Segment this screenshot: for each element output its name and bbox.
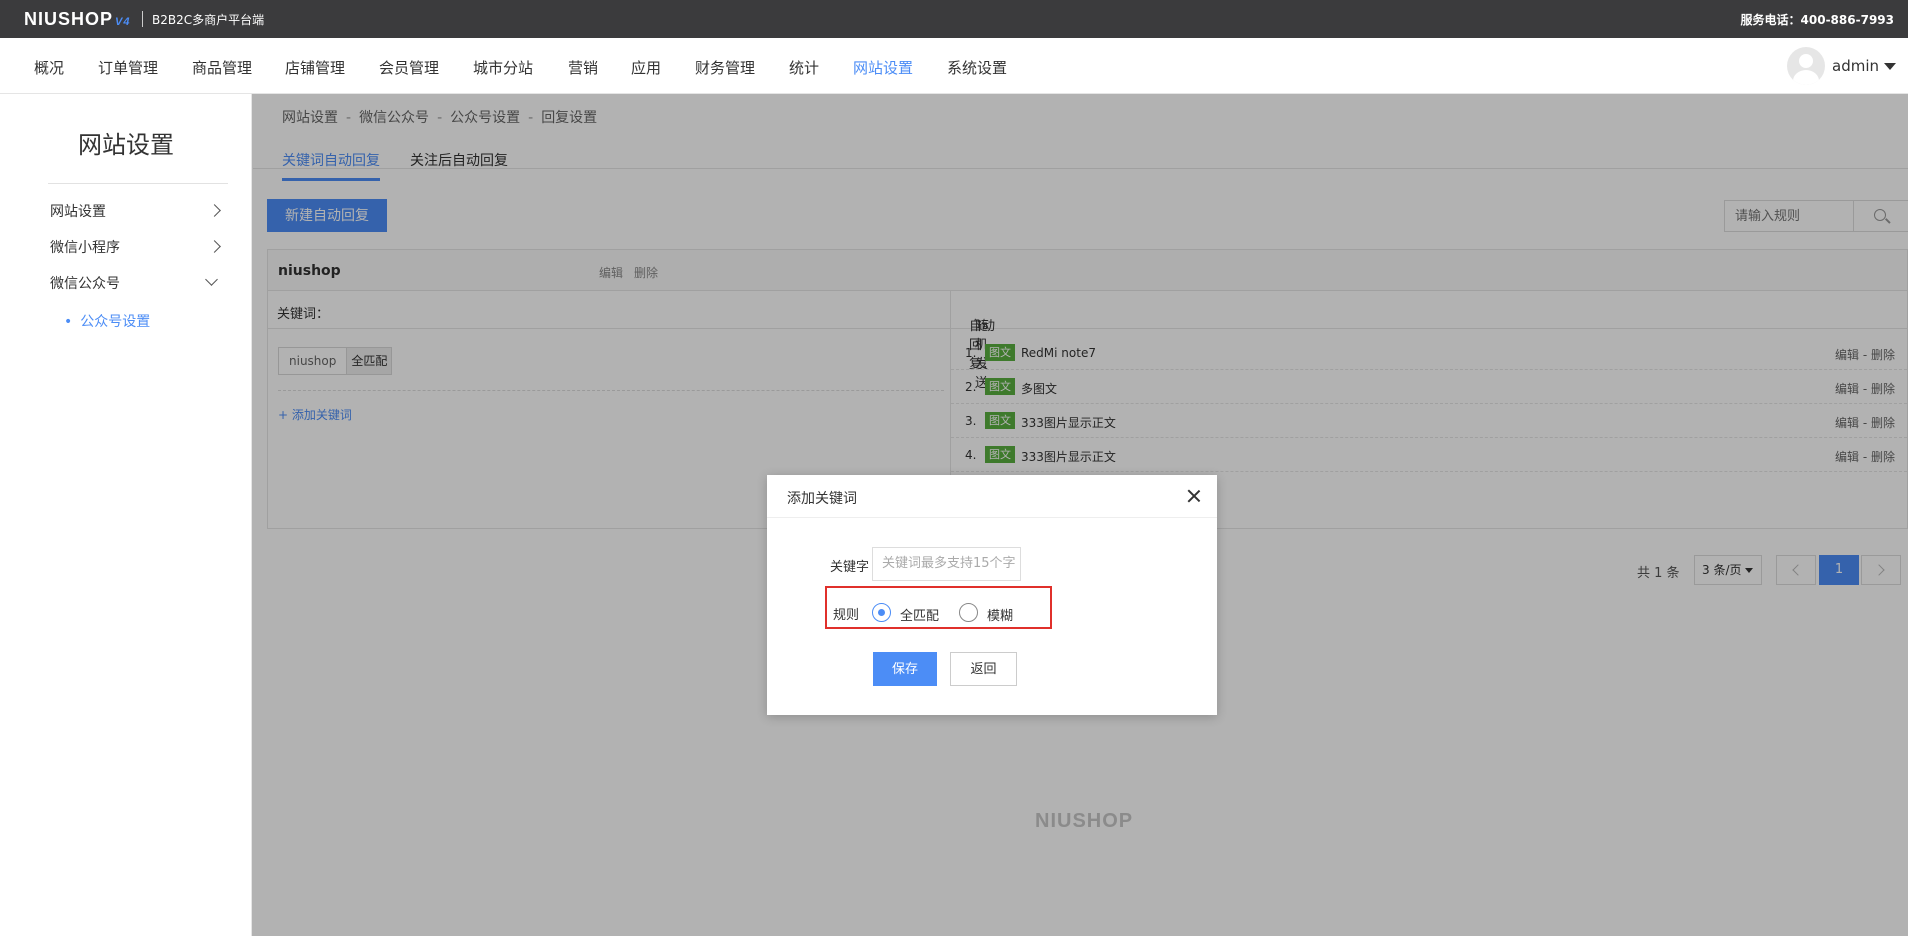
sidebar-item-site-settings[interactable]: 网站设置	[50, 201, 106, 221]
sidebar-item-mini-program[interactable]: 微信小程序	[50, 237, 120, 257]
username: admin	[1832, 57, 1879, 75]
radio-exact-match[interactable]	[872, 603, 891, 622]
niushop-logo[interactable]: NIUSHOP V4	[24, 9, 130, 30]
sidebar-item-official-account[interactable]: 微信公众号	[50, 273, 120, 293]
nav-city-station[interactable]: 城市分站	[473, 57, 533, 78]
avatar	[1787, 47, 1825, 85]
nav-shops[interactable]: 店铺管理	[285, 57, 345, 78]
rule-label: 规则	[833, 608, 860, 623]
radio-fuzzy-match[interactable]	[959, 603, 978, 622]
nav-members[interactable]: 会员管理	[379, 57, 439, 78]
add-keyword-dialog: 添加关键词 关键字 关键词最多支持15个字 规则 全匹配 模糊 保存 返回	[767, 475, 1217, 715]
caret-down-icon	[1884, 62, 1896, 70]
service-phone: 服务电话：400-886-7993	[1740, 13, 1894, 27]
nav-stats[interactable]: 统计	[789, 57, 819, 78]
nav-goods[interactable]: 商品管理	[192, 57, 252, 78]
user-menu[interactable]: admin	[1787, 47, 1896, 85]
platform-label: B2B2C多商户平台端	[152, 13, 265, 27]
chevron-right-icon	[208, 204, 221, 217]
dialog-header: 添加关键词	[767, 475, 1217, 518]
sidebar-subitem-account-settings[interactable]: 公众号设置	[64, 311, 150, 331]
save-button[interactable]: 保存	[873, 652, 937, 686]
close-icon[interactable]	[1187, 489, 1201, 503]
main-nav: 概况 订单管理 商品管理 店铺管理 会员管理 城市分站 营销 应用 财务管理 统…	[0, 38, 1908, 94]
nav-site-settings[interactable]: 网站设置	[853, 57, 913, 78]
keyword-input[interactable]: 关键词最多支持15个字	[872, 547, 1021, 581]
radio-exact-match-label[interactable]: 全匹配	[900, 605, 939, 624]
nav-apps[interactable]: 应用	[631, 57, 661, 78]
chevron-down-icon	[205, 273, 218, 286]
nav-overview[interactable]: 概况	[34, 57, 64, 78]
logo-divider	[142, 11, 143, 27]
nav-finance[interactable]: 财务管理	[695, 57, 755, 78]
sidebar: 网站设置 网站设置 微信小程序 微信公众号 公众号设置	[0, 94, 252, 936]
back-button[interactable]: 返回	[950, 652, 1017, 686]
sidebar-divider	[48, 183, 228, 184]
nav-system-settings[interactable]: 系统设置	[947, 57, 1007, 78]
nav-orders[interactable]: 订单管理	[98, 57, 158, 78]
nav-marketing[interactable]: 营销	[568, 57, 598, 78]
radio-fuzzy-match-label[interactable]: 模糊	[987, 605, 1013, 624]
chevron-right-icon	[208, 240, 221, 253]
dialog-title: 添加关键词	[787, 491, 857, 507]
keyword-label: 关键字	[829, 560, 869, 575]
top-bar: NIUSHOP V4 B2B2C多商户平台端 服务电话：400-886-7993	[0, 0, 1908, 38]
sidebar-title: 网站设置	[78, 131, 174, 159]
